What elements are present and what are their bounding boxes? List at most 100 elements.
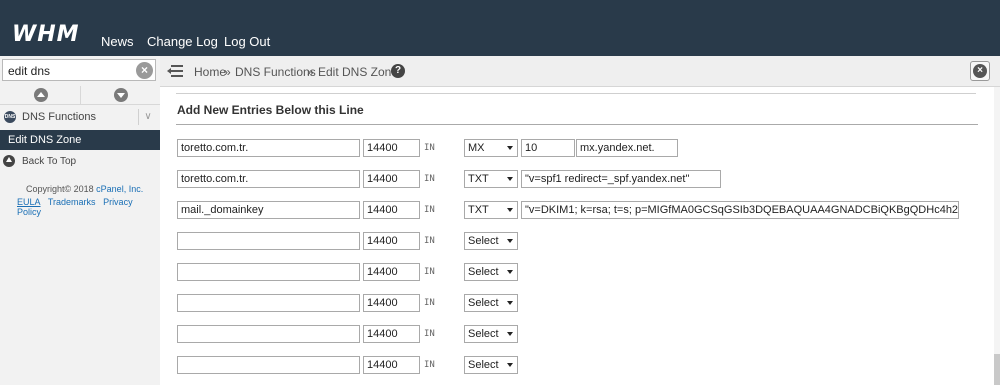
record-class-label: IN [424,360,435,370]
search-value: edit dns [8,64,51,78]
record-type-select[interactable]: Select [464,294,518,312]
collapse-all-button[interactable] [0,86,81,104]
dropdown-arrow-icon [507,208,513,212]
record-name-input[interactable] [177,232,360,250]
copyright-prefix: Copyright© 2018 [26,184,97,194]
help-icon[interactable]: ? [391,64,405,78]
record-type-value: Select [468,297,499,309]
dropdown-arrow-icon [507,270,513,274]
nav-news[interactable]: News [101,34,134,49]
dropdown-arrow-icon [507,239,513,243]
chevron-up-icon [34,88,48,102]
whm-logo[interactable]: WHM [12,22,80,47]
scrollbar-thumb[interactable] [994,354,1000,385]
dns-record-row: mail._domainkey 14400 IN TXT "v=DKIM1; k… [160,201,1000,219]
record-ttl-input[interactable]: 14400 [363,232,420,250]
record-ttl-input[interactable]: 14400 [363,294,420,312]
sidebar-item-label: Edit DNS Zone [8,134,82,146]
dropdown-arrow-icon [507,146,513,150]
record-type-select[interactable]: TXT [464,170,518,188]
record-class-label: IN [424,205,435,215]
record-type-select[interactable]: Select [464,356,518,374]
record-ttl-input[interactable]: 14400 [363,356,420,374]
record-type-select[interactable]: Select [464,263,518,281]
record-ttl-input[interactable]: 14400 [363,139,420,157]
dropdown-arrow-icon [507,363,513,367]
record-type-value: TXT [468,173,489,185]
record-type-select[interactable]: TXT [464,201,518,219]
dns-record-row: toretto.com.tr. 14400 IN TXT "v=spf1 red… [160,170,1000,188]
menu-collapse-icon[interactable] [167,65,183,77]
record-ttl-input[interactable]: 14400 [363,325,420,343]
clear-icon[interactable]: × [136,62,153,79]
breadcrumb-separator: » [307,65,314,79]
nav-log-out[interactable]: Log Out [224,34,270,49]
breadcrumb-home[interactable]: Home [194,65,226,79]
close-icon: × [973,64,987,78]
record-type-select[interactable]: Select [464,325,518,343]
record-type-select[interactable]: Select [464,232,518,250]
record-type-value: Select [468,328,499,340]
footer-links: EULA Trademarks Privacy Policy [17,197,160,217]
record-type-value: Select [468,359,499,371]
nav-change-log[interactable]: Change Log [147,34,218,49]
record-class-label: IN [424,329,435,339]
mx-priority-input[interactable]: 10 [521,139,575,157]
close-button[interactable]: × [970,61,990,81]
main-content: Add New Entries Below this Line toretto.… [160,87,1000,385]
dns-record-row: 14400 IN Select [160,263,1000,281]
copyright-text: Copyright© 2018 cPanel, Inc. [26,184,143,194]
eula-link[interactable]: EULA [17,197,41,207]
record-name-input[interactable] [177,294,360,312]
record-type-select[interactable]: MX [464,139,518,157]
record-class-label: IN [424,298,435,308]
record-value-input[interactable]: mx.yandex.net. [576,139,678,157]
record-name-input[interactable]: toretto.com.tr. [177,170,360,188]
record-type-value: MX [468,142,485,154]
record-class-label: IN [424,236,435,246]
sidebar-category-dns-functions[interactable]: DNS DNS Functions ∨ [0,106,160,128]
divider [176,93,976,94]
record-value-input[interactable]: "v=spf1 redirect=_spf.yandex.net" [521,170,721,188]
chevron-down-icon [114,88,128,102]
expand-all-button[interactable] [80,86,160,104]
sidebar-collapse-controls [0,86,160,105]
record-name-input[interactable] [177,263,360,281]
record-value-input[interactable]: "v=DKIM1; k=rsa; t=s; p=MIGfMA0GCSqGSIb3… [521,201,959,219]
record-class-label: IN [424,143,435,153]
record-ttl-input[interactable]: 14400 [363,170,420,188]
record-type-value: Select [468,235,499,247]
dns-record-row: 14400 IN Select [160,325,1000,343]
back-to-top-link[interactable]: Back To Top [0,152,160,172]
record-name-input[interactable] [177,356,360,374]
dns-icon: DNS [4,111,16,123]
breadcrumb: Home » DNS Functions » Edit DNS Zone ? × [160,56,1000,87]
record-type-value: TXT [468,204,489,216]
dns-record-row: 14400 IN Select [160,356,1000,374]
top-bar: WHM News Change Log Log Out [0,0,1000,56]
breadcrumb-separator: » [224,65,231,79]
chevron-down-icon[interactable]: ∨ [138,109,157,125]
record-ttl-input[interactable]: 14400 [363,201,420,219]
trademarks-link[interactable]: Trademarks [48,197,96,207]
divider [176,124,978,125]
vertical-scrollbar[interactable] [994,87,1000,385]
record-name-input[interactable] [177,325,360,343]
sidebar-item-edit-dns-zone[interactable]: Edit DNS Zone [0,130,160,150]
arrow-up-icon [3,155,15,167]
sidebar: edit dns × DNS DNS Functions ∨ Edit DNS … [0,56,160,385]
record-ttl-input[interactable]: 14400 [363,263,420,281]
dns-record-row: 14400 IN Select [160,294,1000,312]
record-name-input[interactable]: mail._domainkey [177,201,360,219]
sidebar-search-input[interactable]: edit dns × [2,59,156,81]
record-name-input[interactable]: toretto.com.tr. [177,139,360,157]
dropdown-arrow-icon [507,301,513,305]
breadcrumb-dns-functions[interactable]: DNS Functions [235,65,316,79]
dns-record-row: toretto.com.tr. 14400 IN MX 10 mx.yandex… [160,139,1000,157]
cpanel-link[interactable]: cPanel, Inc. [96,184,143,194]
breadcrumb-current-page: Edit DNS Zone [318,65,399,79]
record-type-value: Select [468,266,499,278]
record-class-label: IN [424,267,435,277]
dropdown-arrow-icon [507,177,513,181]
section-title: Add New Entries Below this Line [177,103,364,117]
